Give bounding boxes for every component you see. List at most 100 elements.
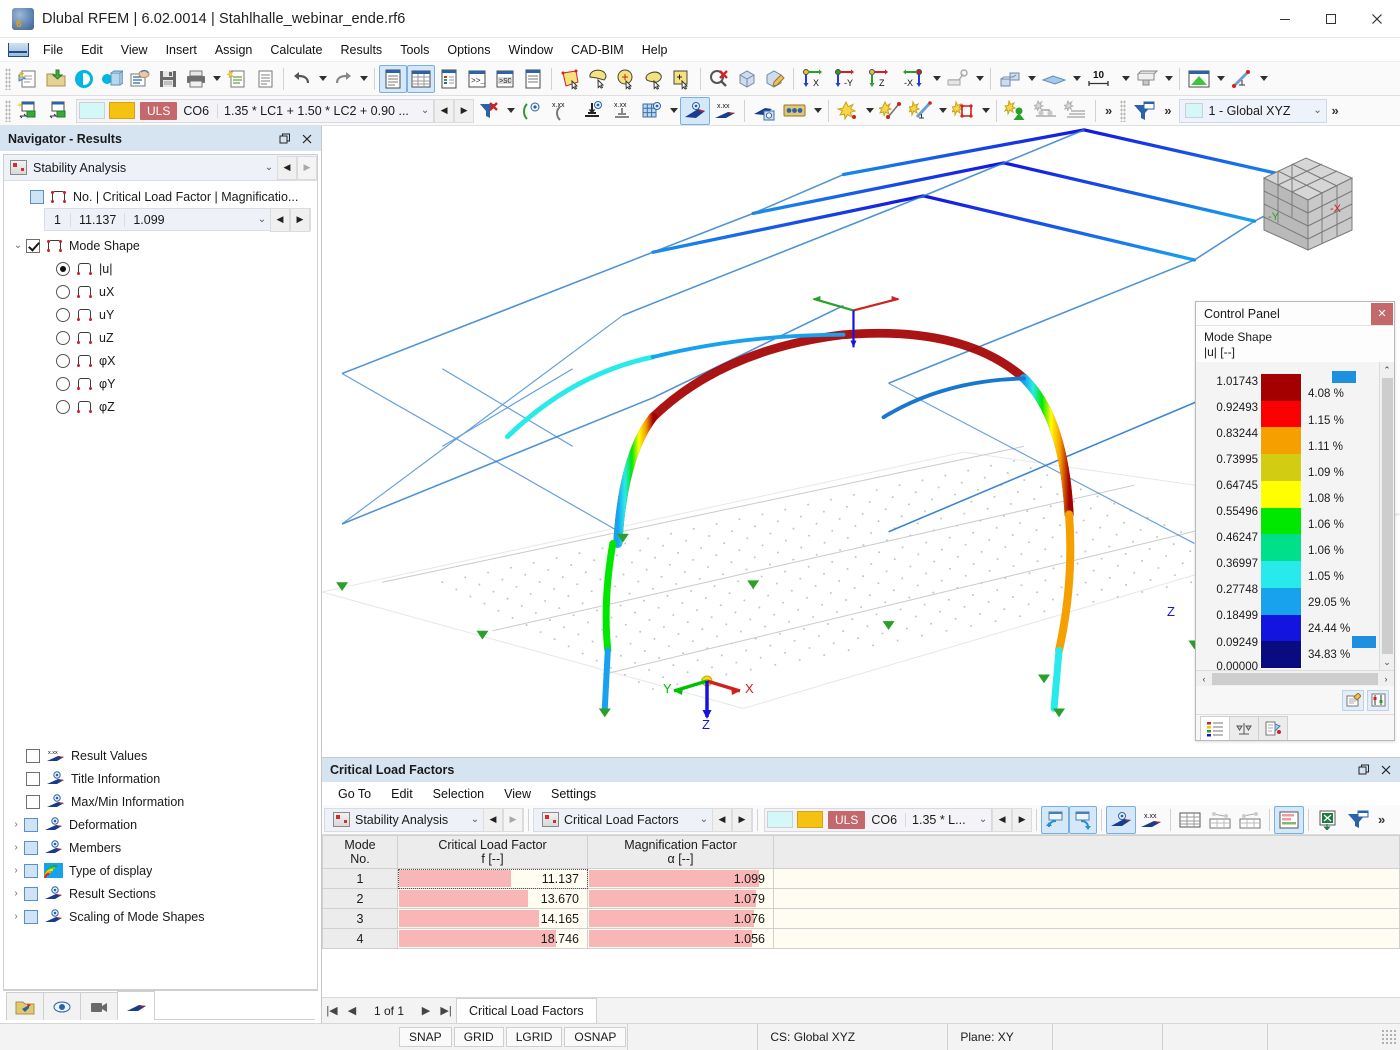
navigator-restore-icon[interactable] (275, 129, 295, 149)
view-filter-icon[interactable] (1129, 97, 1159, 125)
tree-row-mode-shape-phiy[interactable]: φY (4, 372, 317, 395)
table-selection-next-button[interactable]: ▶ (732, 808, 752, 832)
tree-row-maxmin-information[interactable]: Max/Min Information (4, 790, 317, 813)
new-node-icon[interactable] (833, 97, 863, 125)
menu-insert[interactable]: Insert (157, 40, 206, 60)
filter-dropdown-arrow[interactable] (504, 97, 517, 125)
cell-critical-load-factor[interactable]: 18.746 (398, 929, 588, 949)
measure-dropdown-arrow[interactable] (1257, 65, 1270, 93)
project-navigator-icon[interactable] (6, 992, 44, 1020)
radio-uz[interactable] (56, 331, 70, 345)
menu-edit[interactable]: Edit (72, 40, 112, 60)
display-navigator-icon[interactable] (43, 992, 81, 1020)
cell-magnification-factor[interactable]: 1.056 (588, 929, 774, 949)
undo-icon[interactable] (288, 65, 316, 93)
surface-results-icon[interactable] (1184, 65, 1214, 93)
radio-u-abs[interactable] (56, 262, 70, 276)
tree-row-mode-shape-uy[interactable]: uY (4, 303, 317, 326)
select-circle-icon[interactable] (612, 65, 640, 93)
open-icon[interactable] (42, 65, 70, 93)
table-row[interactable]: 2 13.670 1.079 (323, 889, 1400, 909)
table-lc-prev-button[interactable]: ◀ (992, 808, 1012, 832)
show-bars-in-table-icon[interactable] (1274, 806, 1304, 834)
mode-next-button[interactable]: ▶ (290, 208, 310, 232)
table-lc-next-button[interactable]: ▶ (1012, 808, 1032, 832)
toolbar-grip[interactable] (5, 100, 11, 122)
load-case-prev-button[interactable]: ◀ (434, 99, 454, 123)
legend-settings-icon[interactable] (1367, 690, 1389, 711)
select-freehand-icon[interactable] (640, 65, 668, 93)
deformation-checkbox[interactable] (24, 818, 38, 832)
table-menu-view[interactable]: View (494, 784, 541, 804)
tree-row-mode-shape-ux[interactable]: uX (4, 280, 317, 303)
menu-assign[interactable]: Assign (206, 40, 262, 60)
visibility-dropdown-arrow[interactable] (1025, 65, 1038, 93)
tree-row-mode-shape-phiz[interactable]: φZ (4, 395, 317, 418)
show-result-values-icon[interactable]: x.xx (1136, 806, 1166, 834)
tree-row-title-information[interactable]: Title Information (4, 767, 317, 790)
dimension-grid-icon[interactable]: 10 (1083, 65, 1119, 93)
result-values-icon[interactable]: x.xx (710, 97, 740, 125)
analysis-next-button[interactable]: ▶ (297, 156, 317, 180)
display-properties-tab[interactable] (1258, 716, 1288, 740)
measure-distance-icon[interactable] (1227, 65, 1257, 93)
tree-row-mode-shape-uz[interactable]: uZ (4, 326, 317, 349)
view-in-minus-y-icon[interactable]: -Y (830, 65, 864, 93)
new-load-case-icon[interactable] (14, 97, 44, 125)
show-surfaces-icon[interactable] (637, 97, 667, 125)
undock-table-icon[interactable] (1041, 806, 1069, 834)
toolbar-grip[interactable] (1120, 100, 1126, 122)
table-columns-icon[interactable] (1175, 806, 1205, 834)
result-sections-expand-chevron-icon[interactable]: › (8, 882, 24, 905)
tree-row-result-values[interactable]: x.xx Result Values (4, 744, 317, 767)
views-navigator-icon[interactable] (80, 992, 118, 1020)
load-case-chevron-down-icon[interactable]: ⌄ (417, 105, 433, 116)
view-in-x-icon[interactable]: X (798, 65, 830, 93)
deselect-all-icon[interactable] (705, 65, 733, 93)
menu-window[interactable]: Window (499, 40, 561, 60)
work-plane-dropdown-arrow[interactable] (1070, 65, 1083, 93)
new-surface-dropdown-arrow[interactable] (979, 97, 992, 125)
legend-scroll-track[interactable] (1382, 378, 1393, 654)
maximize-button[interactable] (1308, 0, 1354, 38)
analysis-chevron-down-icon[interactable]: ⌄ (261, 162, 277, 173)
results-table[interactable]: Mode No. Critical Load Factor f [--] Mag… (322, 835, 1400, 997)
control-panel-close-icon[interactable]: ✕ (1371, 303, 1393, 325)
load-case-combo[interactable]: ULS CO6 1.35 * LC1 + 1.50 * LC2 + 0.90 .… (76, 99, 434, 123)
radio-uy[interactable] (56, 308, 70, 322)
view-direction-dropdown-arrow[interactable] (930, 65, 943, 93)
table-selection-prev-button[interactable]: ◀ (712, 808, 732, 832)
mode-shape-expand-chevron-icon[interactable]: ⌄ (10, 234, 26, 257)
table-row[interactable]: 1 11.137 1.099 (323, 869, 1400, 889)
tree-row-mode-shape-phix[interactable]: φX (4, 349, 317, 372)
view-filter-overflow-button[interactable]: » (1159, 103, 1176, 118)
table-menu-go-to[interactable]: Go To (328, 784, 381, 804)
menu-file[interactable]: File (34, 40, 72, 60)
table-panel-close-icon[interactable] (1376, 760, 1396, 780)
cell-extra[interactable] (774, 909, 1400, 929)
type-of-display-expand-chevron-icon[interactable]: › (8, 859, 24, 882)
table-filter-icon[interactable] (1343, 806, 1373, 834)
perspective-dropdown-arrow[interactable] (973, 65, 986, 93)
critical-load-factors-checkbox[interactable] (30, 190, 44, 204)
result-sections-checkbox[interactable] (24, 887, 38, 901)
sheet-tab-critical-load-factors[interactable]: Critical Load Factors (456, 998, 597, 1023)
tree-row-mode-shape[interactable]: ⌄ Mode Shape (4, 234, 317, 257)
show-results-in-graphic-icon[interactable] (1106, 806, 1136, 834)
radio-phix[interactable] (56, 354, 70, 368)
result-values-checkbox[interactable] (26, 749, 40, 763)
model-package-icon[interactable] (98, 65, 126, 93)
scroll-down-arrow-icon[interactable]: ⌄ (1380, 654, 1395, 670)
filter-results-icon[interactable] (474, 97, 504, 125)
menu-view[interactable]: View (112, 40, 157, 60)
table-lc-chevron-down-icon[interactable]: ⌄ (975, 814, 991, 825)
analysis-type-selector[interactable]: Stability Analysis ⌄ ◀ ▶ (4, 155, 317, 181)
legend-table-icon[interactable] (435, 65, 463, 93)
mode-chevron-down-icon[interactable]: ⌄ (254, 214, 270, 225)
new-nodal-support-icon[interactable] (1001, 97, 1031, 125)
show-table-grid-icon[interactable] (407, 65, 435, 93)
add-to-selection-icon[interactable] (668, 65, 696, 93)
cell-critical-load-factor[interactable]: 13.670 (398, 889, 588, 909)
edit-load-case-icon[interactable] (44, 97, 74, 125)
undo-dropdown-arrow[interactable] (316, 65, 329, 93)
